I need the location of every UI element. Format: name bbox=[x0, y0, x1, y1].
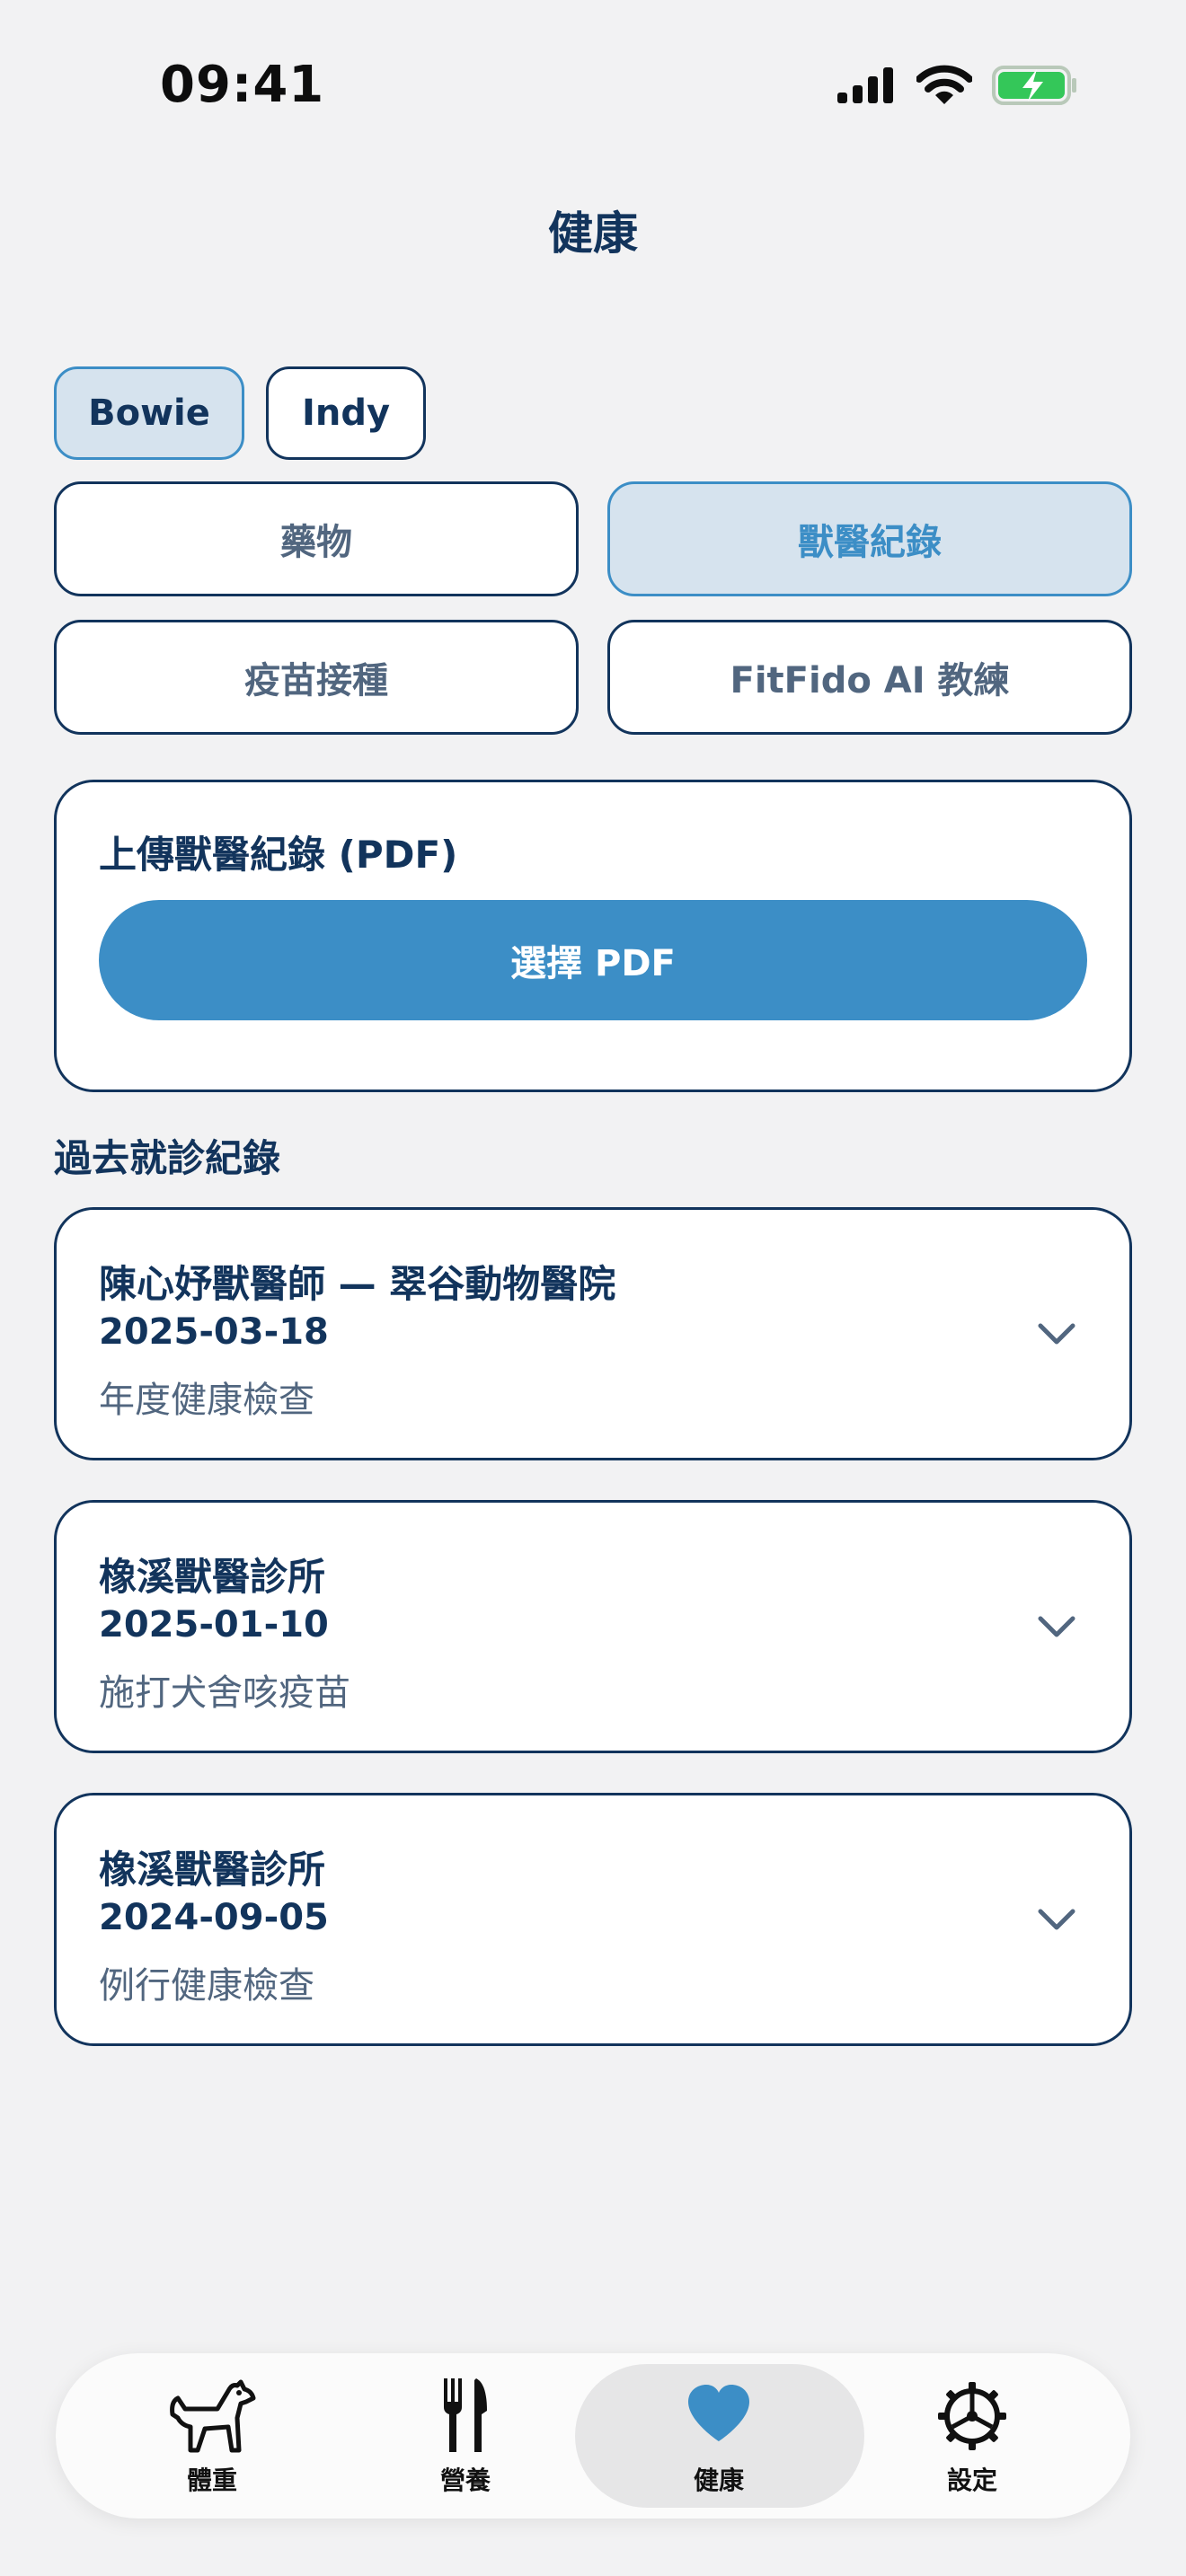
choose-pdf-button[interactable]: 選擇 PDF bbox=[99, 900, 1087, 1020]
tab-settings[interactable]: 設定 bbox=[882, 2371, 1062, 2506]
tab-weight[interactable]: 體重 bbox=[122, 2371, 302, 2506]
tab-nutrition[interactable]: 營養 bbox=[376, 2371, 555, 2506]
pet-chip-label: Indy bbox=[301, 393, 391, 434]
upload-title: 上傳獸醫紀錄 (PDF) bbox=[99, 833, 458, 877]
chevron-down-icon[interactable] bbox=[1037, 1320, 1076, 1347]
page-title: 健康 bbox=[548, 207, 638, 260]
visit-description: 例行健康檢查 bbox=[99, 1965, 314, 2007]
dog-icon bbox=[170, 2379, 256, 2453]
tab-label: 營養 bbox=[439, 2466, 491, 2495]
tab-vet-records[interactable]: 獸醫紀錄 bbox=[607, 481, 1132, 596]
visit-date: 2024-09-05 bbox=[99, 1897, 329, 1938]
visit-date: 2025-03-18 bbox=[99, 1311, 329, 1353]
past-visits-title: 過去就診紀錄 bbox=[54, 1136, 281, 1180]
segment-label: 藥物 bbox=[280, 522, 352, 563]
wifi-icon bbox=[916, 65, 972, 104]
status-time: 09:41 bbox=[160, 56, 325, 114]
tab-health[interactable]: 健康 bbox=[629, 2371, 809, 2506]
tab-ai-coach[interactable]: FitFido AI 教練 bbox=[607, 620, 1132, 735]
chevron-down-icon[interactable] bbox=[1037, 1906, 1076, 1933]
battery-charging-icon bbox=[992, 66, 1076, 105]
segment-label: FitFido AI 教練 bbox=[730, 660, 1010, 701]
tab-label: 設定 bbox=[946, 2466, 997, 2495]
visit-date: 2025-01-10 bbox=[99, 1604, 329, 1645]
tab-label: 健康 bbox=[693, 2466, 744, 2495]
tab-medications[interactable]: 藥物 bbox=[54, 481, 579, 596]
visit-clinic: 橡溪獸醫診所 bbox=[99, 1555, 326, 1599]
gear-icon bbox=[938, 2382, 1006, 2450]
pet-chip-indy[interactable]: Indy bbox=[266, 366, 426, 460]
tab-label: 體重 bbox=[186, 2466, 237, 2495]
visit-clinic: 橡溪獸醫診所 bbox=[99, 1848, 326, 1892]
segment-label: 疫苗接種 bbox=[244, 660, 388, 701]
pet-chip-bowie[interactable]: Bowie bbox=[54, 366, 244, 460]
fork-knife-icon bbox=[444, 2378, 487, 2452]
segment-label: 獸醫紀錄 bbox=[798, 522, 942, 563]
pet-chip-label: Bowie bbox=[88, 393, 210, 434]
status-icons bbox=[836, 63, 1078, 108]
visit-description: 年度健康檢查 bbox=[99, 1380, 314, 1421]
chevron-down-icon[interactable] bbox=[1037, 1613, 1076, 1640]
tab-vaccinations[interactable]: 疫苗接種 bbox=[54, 620, 579, 735]
visit-description: 施打犬舍咳疫苗 bbox=[99, 1672, 350, 1714]
cellular-signal-icon bbox=[837, 67, 893, 103]
choose-pdf-label: 選擇 PDF bbox=[510, 943, 676, 984]
visit-clinic: 陳心妤獸醫師 — 翠谷動物醫院 bbox=[99, 1262, 616, 1306]
heart-icon bbox=[688, 2385, 749, 2441]
